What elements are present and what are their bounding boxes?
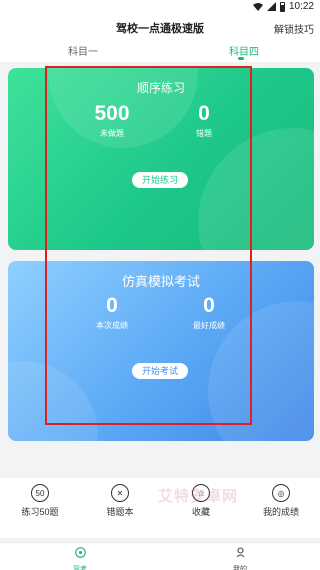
wrong-book-label: 错题本	[106, 507, 134, 517]
app-title: 驾校一点通极速版	[116, 23, 204, 35]
practice-50-button[interactable]: 50 练习50题	[10, 484, 70, 518]
signal-icon	[266, 2, 276, 11]
bottom-nav: 驾考 我的	[0, 542, 320, 570]
status-time: 10:22	[288, 1, 314, 12]
battery-icon	[279, 1, 285, 12]
status-bar: 10:22	[0, 0, 320, 14]
tab-subject-four[interactable]: 科目四	[229, 43, 259, 58]
unlock-tips-link[interactable]: 解锁技巧	[274, 21, 314, 36]
nav-driving[interactable]: 驾考	[60, 545, 100, 570]
x-circle-icon: ✕	[111, 484, 129, 502]
medal-icon: ◎	[272, 484, 290, 502]
my-scores-button[interactable]: ◎ 我的成绩	[251, 484, 311, 518]
tab-subject-one[interactable]: 科目一	[68, 43, 98, 58]
profile-icon	[235, 547, 245, 559]
my-scores-label: 我的成绩	[262, 507, 299, 517]
practice-50-label: 练习50题	[21, 507, 59, 517]
wrong-book-button[interactable]: ✕ 错题本	[90, 484, 150, 518]
driving-icon	[74, 547, 86, 558]
nav-profile[interactable]: 我的	[220, 545, 260, 570]
active-tab-indicator	[238, 57, 244, 60]
watermark-text: 艾特安卓网	[158, 488, 239, 505]
highlight-frame	[45, 66, 252, 425]
wifi-icon	[252, 2, 263, 11]
favorites-label: 收藏	[191, 507, 210, 517]
nav-profile-label: 我的	[233, 566, 247, 570]
fifty-badge-icon: 50	[31, 484, 49, 502]
nav-driving-label: 驾考	[73, 566, 87, 570]
app-header: 驾校一点通极速版 解锁技巧 科目一 科目四	[0, 14, 320, 62]
